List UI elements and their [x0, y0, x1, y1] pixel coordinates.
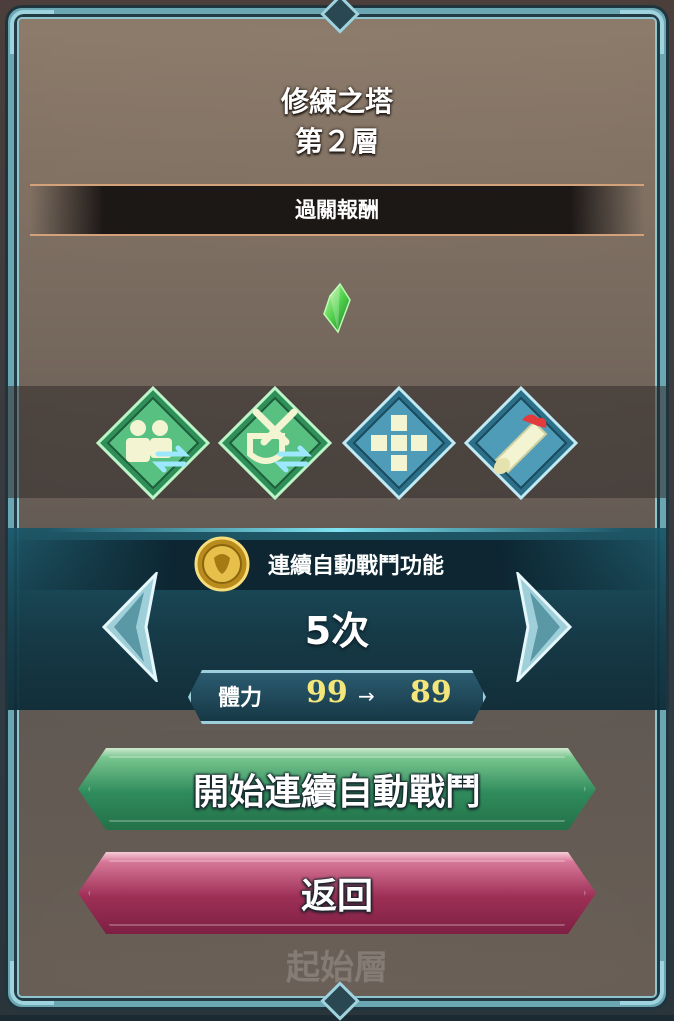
- swap-sword-shield-icon[interactable]: [216, 384, 334, 502]
- battle-count: 5次: [304, 609, 370, 653]
- background-floor-label: 起始層: [286, 948, 388, 988]
- stamina-label: 體力: [218, 686, 263, 711]
- cross-grid-icon[interactable]: [340, 384, 458, 502]
- back-label: 返回: [300, 876, 373, 917]
- back-button[interactable]: 返回: [78, 852, 596, 934]
- start-auto-battle-button[interactable]: 開始連續自動戰鬥: [78, 748, 596, 830]
- reward-header: 過關報酬: [295, 198, 379, 222]
- stamina-current: 99: [306, 675, 348, 710]
- swap-ally-icon[interactable]: [94, 384, 212, 502]
- stamina-after: 89: [410, 675, 452, 710]
- start-auto-battle-label: 開始連續自動戰鬥: [192, 772, 481, 813]
- auto-battle-label: 連續自動戰鬥功能: [268, 554, 445, 579]
- dialog-subtitle: 第２層: [294, 125, 379, 158]
- dialog-title: 修練之塔: [280, 85, 393, 118]
- green-crystal-icon: [318, 282, 354, 334]
- stamina-arrow: →: [358, 684, 375, 708]
- scroll-ribbon-icon[interactable]: [462, 384, 580, 502]
- reward-header-band: 過關報酬: [30, 184, 644, 236]
- gold-medal-icon: [194, 536, 250, 592]
